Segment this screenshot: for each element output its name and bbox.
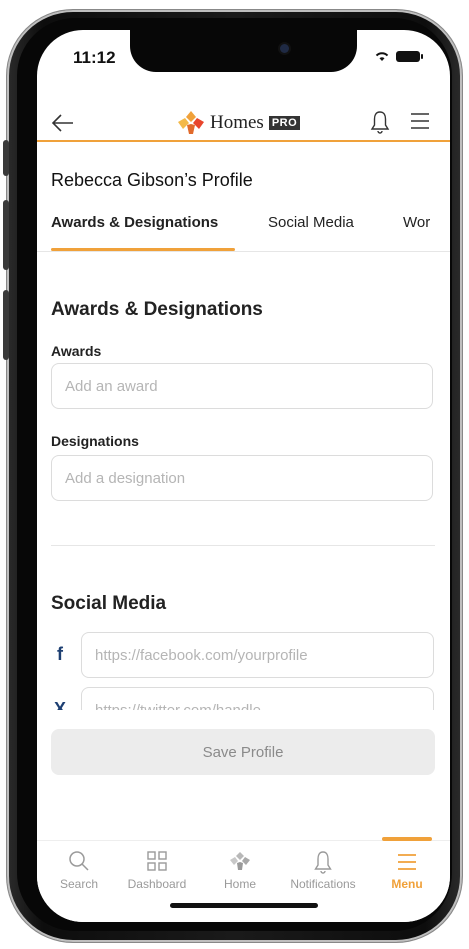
- camera-icon: [280, 44, 289, 53]
- nav-search-label: Search: [59, 877, 99, 891]
- designations-input[interactable]: [51, 455, 433, 501]
- logo-mark-icon: [178, 111, 204, 134]
- app-screen: 11:12 Homes PRO Rebecca Gibson’s Profile…: [37, 30, 450, 922]
- social-section-title: Social Media: [51, 593, 167, 614]
- nav-home[interactable]: Home: [200, 849, 280, 891]
- hamburger-menu-icon[interactable]: [409, 112, 431, 130]
- logo-text: Homes: [210, 112, 264, 133]
- nav-search[interactable]: Search: [39, 849, 119, 891]
- home-indicator: [170, 903, 318, 908]
- wifi-icon: [375, 52, 389, 61]
- nav-dashboard[interactable]: Dashboard: [117, 849, 197, 891]
- nav-notifications[interactable]: Notifications: [283, 849, 363, 891]
- awards-section-title: Awards & Designations: [51, 299, 263, 320]
- awards-label: Awards: [51, 343, 102, 359]
- app-header: Homes PRO: [37, 104, 450, 144]
- battery-icon: [396, 50, 423, 62]
- nav-notifications-label: Notifications: [290, 877, 356, 891]
- facebook-icon: f: [57, 644, 63, 664]
- awards-input[interactable]: [51, 363, 433, 409]
- section-divider: [51, 545, 435, 546]
- page-title: Rebecca Gibson’s Profile: [51, 170, 253, 190]
- phone-volume-down: [3, 290, 9, 360]
- phone-mute-switch: [3, 140, 9, 176]
- logo-pro-badge: PRO: [268, 116, 301, 130]
- status-icons: [374, 50, 423, 62]
- nav-home-label: Home: [223, 877, 256, 891]
- bell-icon: [314, 851, 332, 874]
- nav-menu[interactable]: Menu: [367, 849, 447, 891]
- save-profile-button[interactable]: Save Profile: [51, 729, 435, 775]
- search-icon: [69, 851, 89, 871]
- nav-dashboard-label: Dashboard: [127, 877, 187, 891]
- notification-bell-icon[interactable]: [370, 110, 390, 134]
- dashboard-icon: [147, 851, 167, 871]
- homes-pro-logo[interactable]: Homes PRO: [177, 110, 301, 136]
- tab-social-media[interactable]: Social Media: [268, 214, 354, 231]
- nav-active-indicator: [382, 837, 432, 841]
- nav-menu-label: Menu: [391, 877, 423, 891]
- facebook-input[interactable]: [81, 632, 434, 678]
- facebook-row: f: [51, 632, 435, 678]
- home-logo-icon: [230, 852, 250, 870]
- header-accent-line: [37, 140, 450, 142]
- active-tab-indicator: [51, 248, 235, 251]
- menu-icon: [398, 854, 416, 870]
- tab-awards-designations[interactable]: Awards & Designations: [51, 214, 218, 231]
- phone-volume-up: [3, 200, 9, 270]
- status-time: 11:12: [73, 48, 116, 67]
- notch: [130, 30, 357, 72]
- back-arrow-icon[interactable]: [51, 112, 75, 134]
- tab-work[interactable]: Wor: [403, 214, 430, 231]
- designations-label: Designations: [51, 433, 139, 449]
- profile-tabs: Awards & Designations Social Media Wor: [37, 206, 450, 252]
- bottom-nav: Search Dashboard Home Notifications Menu: [37, 837, 450, 922]
